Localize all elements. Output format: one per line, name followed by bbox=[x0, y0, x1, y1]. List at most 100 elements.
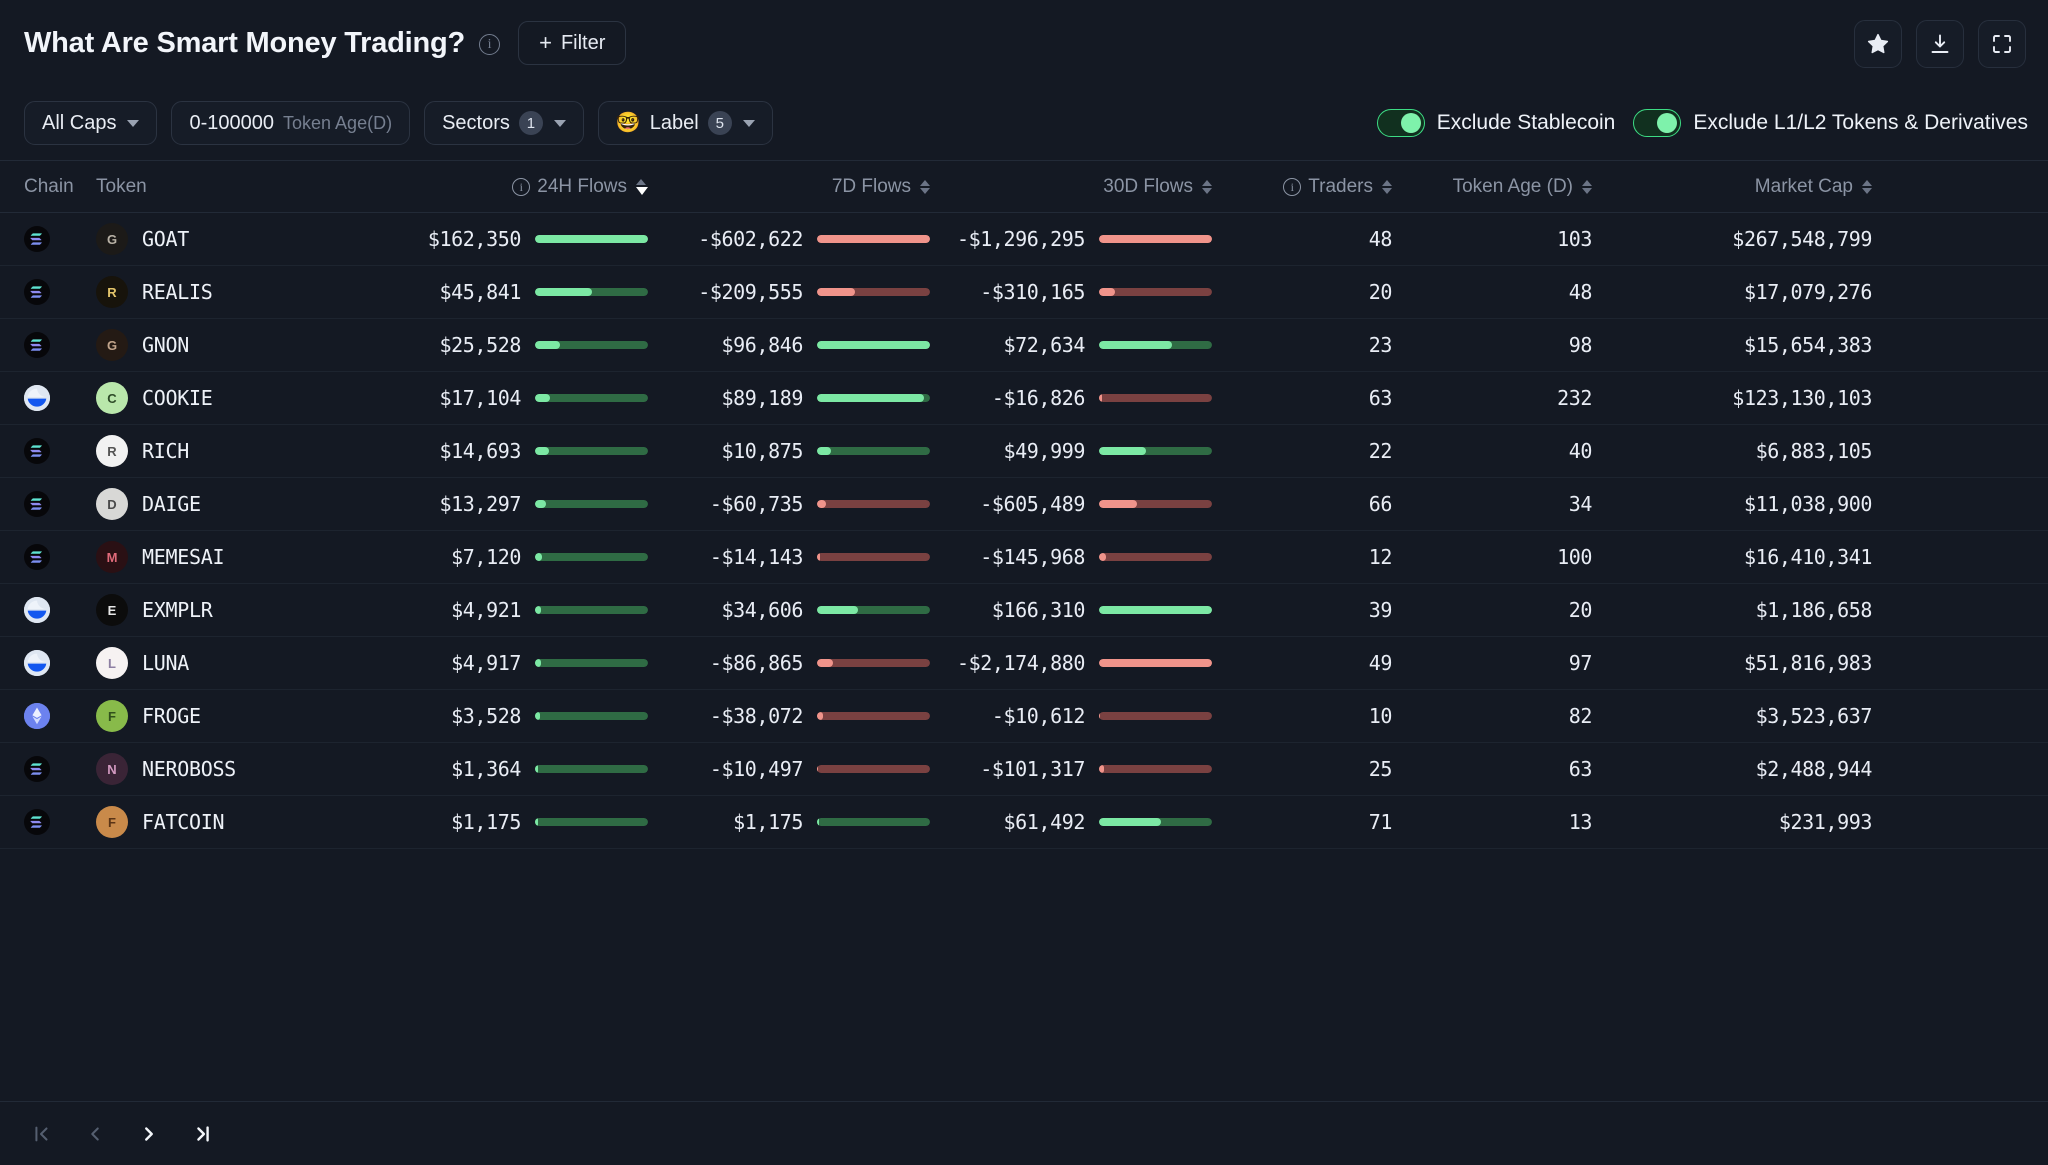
cell-24h-flows: $4,921 bbox=[366, 598, 648, 622]
exclude-l1l2-toggle[interactable] bbox=[1633, 109, 1682, 137]
flow-bar-positive bbox=[535, 606, 648, 614]
favorite-button[interactable] bbox=[1854, 20, 1902, 68]
table-row[interactable]: E EXMPLR $4,921 $34,606 $166,310 39 20 $1,186,6… bbox=[0, 584, 2048, 637]
token-avatar: E bbox=[96, 594, 128, 626]
cell-token[interactable]: G GNON bbox=[96, 329, 366, 361]
previous-page-button[interactable] bbox=[74, 1114, 116, 1154]
bar-track bbox=[535, 394, 648, 402]
table-row[interactable]: R RICH $14,693 $10,875 $49,999 22 40 $6,883,105 bbox=[0, 425, 2048, 478]
fullscreen-button[interactable] bbox=[1978, 20, 2026, 68]
table-row[interactable]: F FATCOIN $1,175 $1,175 $61,492 71 13 $231,993 bbox=[0, 796, 2048, 849]
cell-token[interactable]: F FROGE bbox=[96, 700, 366, 732]
flow-bar-negative bbox=[1099, 765, 1212, 773]
flow-value-24h: $3,528 bbox=[451, 704, 521, 728]
sort-indicator[interactable] bbox=[1382, 179, 1392, 194]
table-body: G GOAT $162,350 -$602,622 -$1,296,295 48 103 $2… bbox=[0, 213, 2048, 1101]
smart-money-trading-page: What Are Smart Money Trading? i + Filter bbox=[0, 0, 2048, 1165]
column-header-traders[interactable]: i Traders bbox=[1212, 176, 1392, 198]
cell-token[interactable]: D DAIGE bbox=[96, 488, 366, 520]
bar-fill bbox=[817, 500, 827, 508]
bar-fill bbox=[817, 659, 833, 667]
flow-bar-negative bbox=[817, 235, 930, 243]
bar-track bbox=[535, 553, 648, 561]
info-icon[interactable]: i bbox=[479, 34, 501, 55]
flow-value-7d: -$14,143 bbox=[709, 545, 804, 569]
flow-value-7d: -$60,735 bbox=[709, 492, 804, 516]
sort-indicator-desc[interactable] bbox=[636, 178, 648, 195]
cell-token-age: 63 bbox=[1568, 757, 1593, 781]
pagination-controls bbox=[0, 1101, 2048, 1165]
token-avatar: R bbox=[96, 276, 128, 308]
cell-token[interactable]: E EXMPLR bbox=[96, 594, 366, 626]
table-row[interactable]: R REALIS $45,841 -$209,555 -$310,165 20 48 $17,… bbox=[0, 266, 2048, 319]
sectors-filter[interactable]: Sectors 1 bbox=[424, 101, 584, 145]
column-header-30d-flows[interactable]: 30D Flows bbox=[930, 176, 1212, 198]
info-icon[interactable]: i bbox=[1283, 177, 1302, 196]
cell-chain bbox=[24, 650, 96, 676]
last-page-button[interactable] bbox=[182, 1114, 224, 1154]
sort-indicator[interactable] bbox=[920, 179, 930, 194]
cell-7d-flows: -$209,555 bbox=[648, 280, 930, 304]
table-row[interactable]: D DAIGE $13,297 -$60,735 -$605,489 66 34 $11,03… bbox=[0, 478, 2048, 531]
cell-token[interactable]: G GOAT bbox=[96, 223, 366, 255]
column-header-market-cap[interactable]: Market Cap bbox=[1592, 176, 1872, 198]
tokens-table: Chain Token i 24H Flows 7D Flows 30D Flo… bbox=[0, 160, 2048, 1165]
cell-30d-flows: $166,310 bbox=[930, 598, 1212, 622]
token-avatar: G bbox=[96, 329, 128, 361]
sort-indicator[interactable] bbox=[1862, 179, 1872, 194]
cell-token[interactable]: R RICH bbox=[96, 435, 366, 467]
cell-traders: 48 bbox=[1368, 227, 1393, 251]
table-row[interactable]: M MEMESAI $7,120 -$14,143 -$145,968 12 100 $16,… bbox=[0, 531, 2048, 584]
cell-chain bbox=[24, 491, 96, 517]
token-symbol: GOAT bbox=[142, 227, 189, 251]
column-header-token[interactable]: Token bbox=[96, 176, 366, 198]
table-row[interactable]: F FROGE $3,528 -$38,072 -$10,612 10 82 $3,523,6… bbox=[0, 690, 2048, 743]
next-page-button[interactable] bbox=[128, 1114, 170, 1154]
token-age-filter[interactable]: 0-100000 Token Age(D) bbox=[171, 101, 411, 145]
bar-track bbox=[535, 712, 648, 720]
chain-icon-solana bbox=[24, 544, 50, 570]
bar-fill bbox=[1099, 500, 1138, 508]
first-page-button[interactable] bbox=[20, 1114, 62, 1154]
download-button[interactable] bbox=[1916, 20, 1964, 68]
cell-token[interactable]: L LUNA bbox=[96, 647, 366, 679]
table-row[interactable]: G GOAT $162,350 -$602,622 -$1,296,295 48 103 $2… bbox=[0, 213, 2048, 266]
toggle-group-container: Exclude Stablecoin Exclude L1/L2 Tokens … bbox=[1376, 109, 2028, 137]
cell-token-age: 48 bbox=[1568, 280, 1593, 304]
info-icon[interactable]: i bbox=[512, 177, 531, 196]
cell-token[interactable]: N NEROBOSS bbox=[96, 753, 366, 785]
market-cap-filter[interactable]: All Caps bbox=[24, 101, 158, 145]
cell-7d-flows: -$38,072 bbox=[648, 704, 930, 728]
cell-token[interactable]: R REALIS bbox=[96, 276, 366, 308]
chevron-down-icon bbox=[553, 119, 566, 127]
table-row[interactable]: C COOKIE $17,104 $89,189 -$16,826 63 232 $123,1… bbox=[0, 372, 2048, 425]
cell-30d-flows: $61,492 bbox=[930, 810, 1212, 834]
next-page-icon bbox=[145, 1126, 153, 1141]
cell-30d-flows: -$2,174,880 bbox=[930, 651, 1212, 675]
column-header-7d-flows[interactable]: 7D Flows bbox=[648, 176, 930, 198]
table-row[interactable]: G GNON $25,528 $96,846 $72,634 23 98 $15,654,38… bbox=[0, 319, 2048, 372]
table-row[interactable]: L LUNA $4,917 -$86,865 -$2,174,880 49 97 $51,81… bbox=[0, 637, 2048, 690]
column-header-24h-flows[interactable]: i 24H Flows bbox=[366, 176, 648, 198]
toggle-knob bbox=[1400, 113, 1421, 133]
bar-fill bbox=[1099, 447, 1147, 455]
flow-bar-negative bbox=[1099, 712, 1212, 720]
bar-track bbox=[1099, 765, 1212, 773]
sort-indicator[interactable] bbox=[1202, 179, 1212, 194]
cell-token[interactable]: F FATCOIN bbox=[96, 806, 366, 838]
column-header-token-age[interactable]: Token Age (D) bbox=[1392, 176, 1592, 198]
bar-fill bbox=[1099, 341, 1173, 349]
cell-token[interactable]: M MEMESAI bbox=[96, 541, 366, 573]
flow-bar-positive bbox=[535, 659, 648, 667]
cell-traders: 23 bbox=[1368, 333, 1393, 357]
cell-token[interactable]: C COOKIE bbox=[96, 382, 366, 414]
exclude-stablecoin-toggle[interactable] bbox=[1376, 109, 1425, 137]
label-filter[interactable]: 🤓 Label 5 bbox=[597, 101, 773, 145]
table-row[interactable]: N NEROBOSS $1,364 -$10,497 -$101,317 25 63 $2,4… bbox=[0, 743, 2048, 796]
add-filter-button[interactable]: + Filter bbox=[518, 21, 627, 65]
header-label: Traders bbox=[1308, 175, 1373, 197]
sort-indicator[interactable] bbox=[1582, 179, 1592, 194]
cell-market-cap: $6,883,105 bbox=[1755, 439, 1873, 463]
chain-icon-solana bbox=[24, 279, 50, 305]
column-header-chain[interactable]: Chain bbox=[24, 176, 96, 198]
